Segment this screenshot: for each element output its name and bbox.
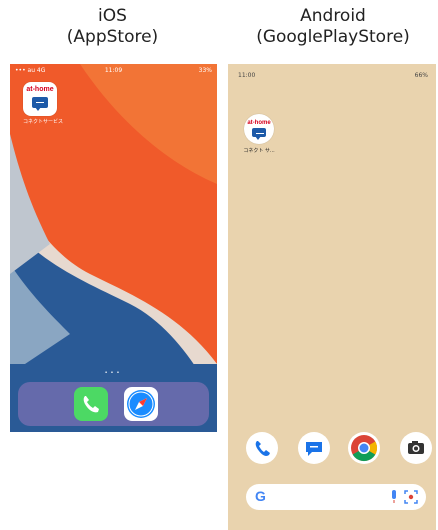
android-caption-store: (GooglePlayStore) <box>256 27 410 47</box>
ios-clock: 11:09 <box>104 67 123 74</box>
ios-app-connect-service[interactable]: at-home コネクトサービス <box>23 82 64 125</box>
ios-caption-store: (AppStore) <box>66 27 159 47</box>
phone-icon[interactable] <box>246 432 278 464</box>
google-logo: G <box>255 488 266 504</box>
ios-battery: 33% <box>198 67 212 74</box>
android-caption: Android (GooglePlayStore) <box>228 6 438 48</box>
athome-logo: at-home <box>26 86 54 93</box>
safari-icon[interactable] <box>124 387 158 421</box>
android-clock: 11:00 <box>238 72 256 79</box>
athome-app-icon[interactable]: at-home <box>244 114 274 144</box>
android-status-bar: 11:00 66% <box>238 72 428 79</box>
ios-home-screen: ••• au 4G 11:09 33% at-home コネクトサービス ••• <box>10 64 217 432</box>
microphone-icon[interactable] <box>390 490 398 504</box>
ios-caption: iOS (AppStore) <box>10 6 215 48</box>
messages-icon[interactable] <box>298 432 330 464</box>
lens-icon[interactable] <box>404 490 418 504</box>
athome-app-icon[interactable]: at-home <box>23 82 57 116</box>
chat-bubble-icon <box>252 128 266 140</box>
phone-icon[interactable] <box>74 387 108 421</box>
ios-status-bar: ••• au 4G 11:09 33% <box>10 64 217 78</box>
android-app-label: コネクト サ... <box>243 148 275 154</box>
android-app-connect-service[interactable]: at-home コネクト サ... <box>242 114 276 154</box>
athome-logo: at-home <box>247 120 271 126</box>
android-dock <box>228 432 436 472</box>
android-caption-title: Android <box>300 6 366 26</box>
android-home-screen: 11:00 66% at-home コネクト サ... G <box>228 64 436 530</box>
google-search-bar[interactable]: G <box>246 484 426 510</box>
camera-icon[interactable] <box>400 432 432 464</box>
ios-page-indicator: ••• <box>104 370 123 376</box>
chrome-icon[interactable] <box>348 432 380 464</box>
ios-caption-title: iOS <box>98 6 127 26</box>
chat-bubble-icon <box>32 97 48 111</box>
ios-dock <box>18 382 209 426</box>
android-battery: 66% <box>414 72 428 79</box>
ios-app-label: コネクトサービス <box>23 119 64 125</box>
